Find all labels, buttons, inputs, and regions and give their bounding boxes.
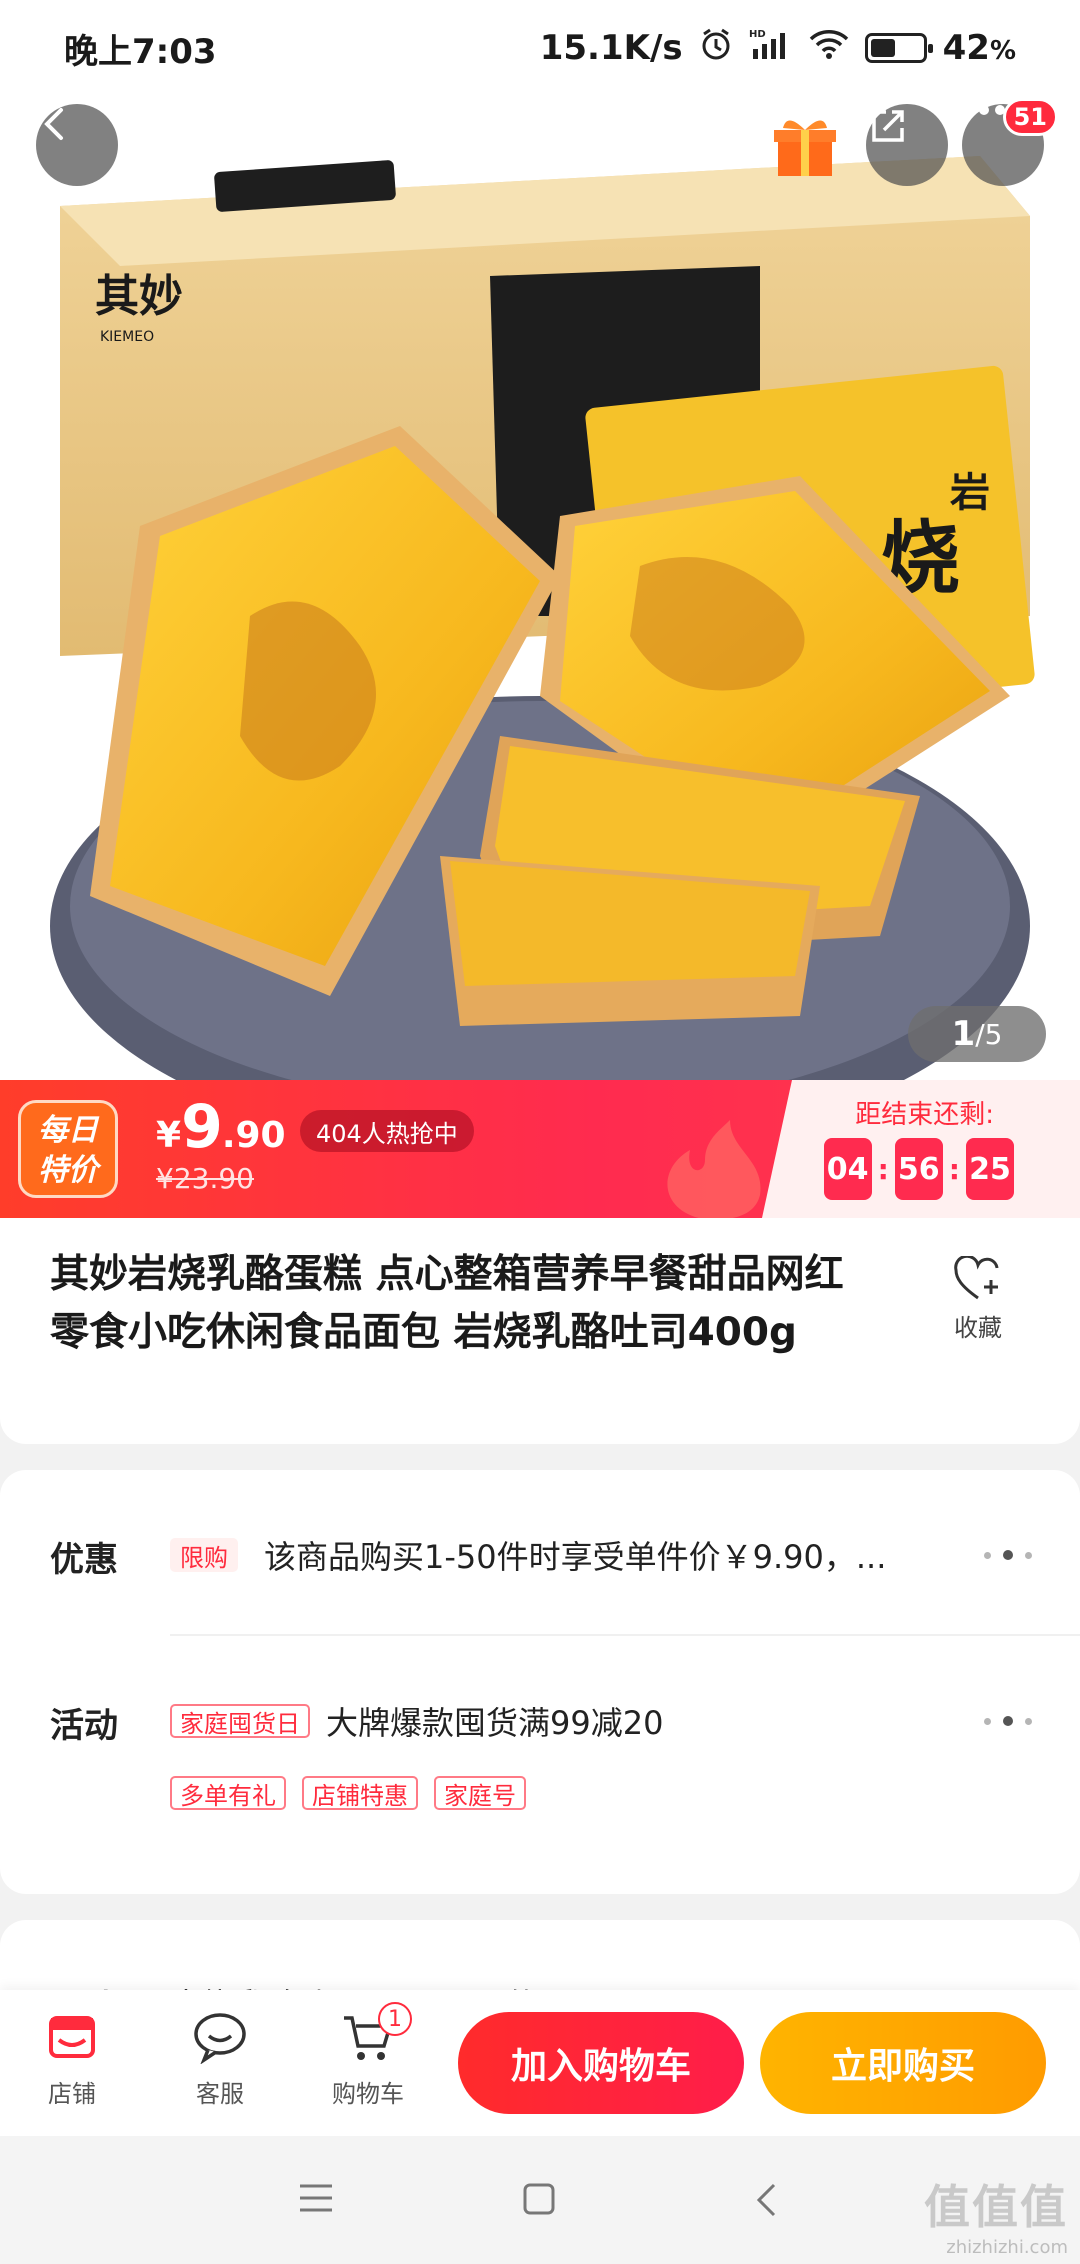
product-image-gallery[interactable]: 其妙 KIEMEO 烧 岩 51 1/5 [0, 96, 1080, 1080]
shop-button[interactable]: 店铺 [22, 2010, 122, 2109]
favorite-label: 收藏 [954, 1314, 1002, 1342]
pager-total: /5 [975, 1017, 1003, 1051]
current-price: ¥ 9 .90 [156, 1092, 286, 1162]
chevron-left-icon [44, 108, 63, 140]
activity-text: 大牌爆款囤货满99减20 [326, 1704, 664, 1742]
home-icon[interactable] [522, 2182, 556, 2216]
battery-unit: % [989, 36, 1016, 66]
battery-value: 42 [942, 28, 990, 68]
discount-more-icon[interactable] [984, 1550, 1032, 1560]
menu-icon[interactable] [298, 2182, 334, 2214]
daily-badge-line1: 每日 [38, 1113, 98, 1148]
wifi-icon [809, 27, 849, 70]
watermark-url: zhizhizhi.com [946, 2237, 1068, 2258]
activity-more-icon[interactable] [984, 1716, 1032, 1726]
divider [170, 1634, 1080, 1636]
image-brand-sub: KIEMEO [100, 329, 154, 345]
extra-tags: 多单有礼 店铺特惠 家庭号 [170, 1776, 526, 1810]
price-currency: ¥ [156, 1115, 182, 1156]
signal-icon: HD [749, 27, 793, 70]
countdown-timer: 04 : 56 : 25 [823, 1138, 1014, 1200]
daily-badge-line2: 特价 [38, 1153, 98, 1188]
product-title: 其妙岩烧乳酪蛋糕 点心整箱营养早餐甜品网红零食小吃休闲食品面包 岩烧乳酪吐司40… [50, 1252, 844, 1355]
service-button[interactable]: 客服 [170, 2010, 270, 2109]
status-time: 晚上7:03 [64, 31, 217, 72]
network-speed: 15.1K/s [539, 28, 683, 68]
daily-deal-banner: 每日 特价 ¥ 9 .90 ¥23.90 404人热抢中 距结束还剩: 04 :… [0, 1080, 1080, 1218]
promotion-card: 优惠 限购 该商品购买1-50件时享受单件价￥9.90，... 活动 家庭囤货日… [0, 1470, 1080, 1894]
image-brand-text: 其妙 [95, 271, 183, 322]
countdown-minutes: 56 [894, 1138, 943, 1200]
tag-shop-deal: 店铺特惠 [302, 1776, 418, 1810]
hot-buyers-pill: 404人热抢中 [300, 1110, 474, 1152]
daily-deal-badge: 每日 特价 [18, 1100, 118, 1198]
pager-current: 1 [951, 1014, 976, 1054]
service-label: 客服 [196, 2080, 244, 2108]
battery-percent: 42% [943, 28, 1016, 68]
discount-text: 该商品购买1-50件时享受单件价￥9.90，... [264, 1538, 887, 1576]
discount-row[interactable]: 限购 该商品购买1-50件时享受单件价￥9.90，... [170, 1532, 886, 1578]
image-label-small: 岩 [950, 470, 990, 516]
buy-now-button[interactable]: 立即购买 [760, 2012, 1046, 2114]
price-decimal: .90 [221, 1115, 286, 1156]
activity-row[interactable]: 家庭囤货日 大牌爆款囤货满99减20 [170, 1698, 663, 1744]
bottom-action-bar: 店铺 客服 1 购物车 加入购物车 立即购买 [0, 1990, 1080, 2136]
favorite-button[interactable]: 收藏 [938, 1256, 1018, 1343]
cart-button[interactable]: 1 购物车 [318, 2002, 418, 2109]
flame-icon [667, 1120, 761, 1218]
product-title-card: 其妙岩烧乳酪蛋糕 点心整箱营养早餐甜品网红零食小吃休闲食品面包 岩烧乳酪吐司40… [0, 1218, 1080, 1444]
chat-icon [194, 2013, 246, 2064]
status-bar: 晚上7:03 15.1K/s HD 42% [0, 0, 1080, 96]
activity-label: 活动 [50, 1706, 118, 1746]
add-to-cart-button[interactable]: 加入购物车 [458, 2012, 744, 2114]
status-right-group: 15.1K/s HD 42% [540, 27, 1016, 70]
shop-label: 店铺 [48, 2080, 96, 2108]
share-button[interactable] [866, 104, 948, 186]
countdown-hours: 04 [823, 1138, 872, 1200]
cart-count-badge: 1 [378, 2002, 412, 2036]
product-photo: 其妙 KIEMEO 烧 岩 [50, 156, 1035, 1080]
countdown-seconds: 25 [966, 1138, 1014, 1200]
countdown-label: 距结束还剩: [855, 1100, 994, 1130]
alarm-icon [699, 27, 733, 70]
watermark-logo: 值值值 [924, 2180, 1068, 2234]
battery-level-fill [870, 39, 895, 57]
countdown-panel: 距结束还剩: 04 : 56 : 25 [762, 1080, 1080, 1218]
activity-tag: 家庭囤货日 [170, 1704, 310, 1738]
discount-label: 优惠 [50, 1540, 118, 1580]
more-dots-icon [963, 105, 1005, 115]
battery-icon [864, 33, 933, 63]
shop-icon [49, 2016, 95, 2058]
cart-label: 购物车 [332, 2080, 404, 2108]
image-pager: 1/5 [908, 1006, 1046, 1062]
system-navigation-bar: 值值值 zhizhizhi.com [0, 2136, 1080, 2264]
more-button[interactable]: 51 [962, 98, 1058, 186]
price-integer: 9 [181, 1092, 223, 1162]
share-icon [872, 110, 904, 142]
heart-plus-icon [954, 1256, 999, 1300]
limit-tag: 限购 [170, 1538, 238, 1572]
watermark: 值值值 zhizhizhi.com [924, 2171, 1068, 2258]
back-button[interactable] [36, 104, 118, 186]
message-count-badge: 51 [1002, 98, 1058, 136]
tag-multi-order: 多单有礼 [170, 1776, 286, 1810]
back-nav-icon[interactable] [754, 2182, 778, 2218]
svg-text:HD: HD [749, 29, 766, 40]
tag-family: 家庭号 [434, 1776, 526, 1810]
original-price: ¥23.90 [156, 1162, 254, 1195]
